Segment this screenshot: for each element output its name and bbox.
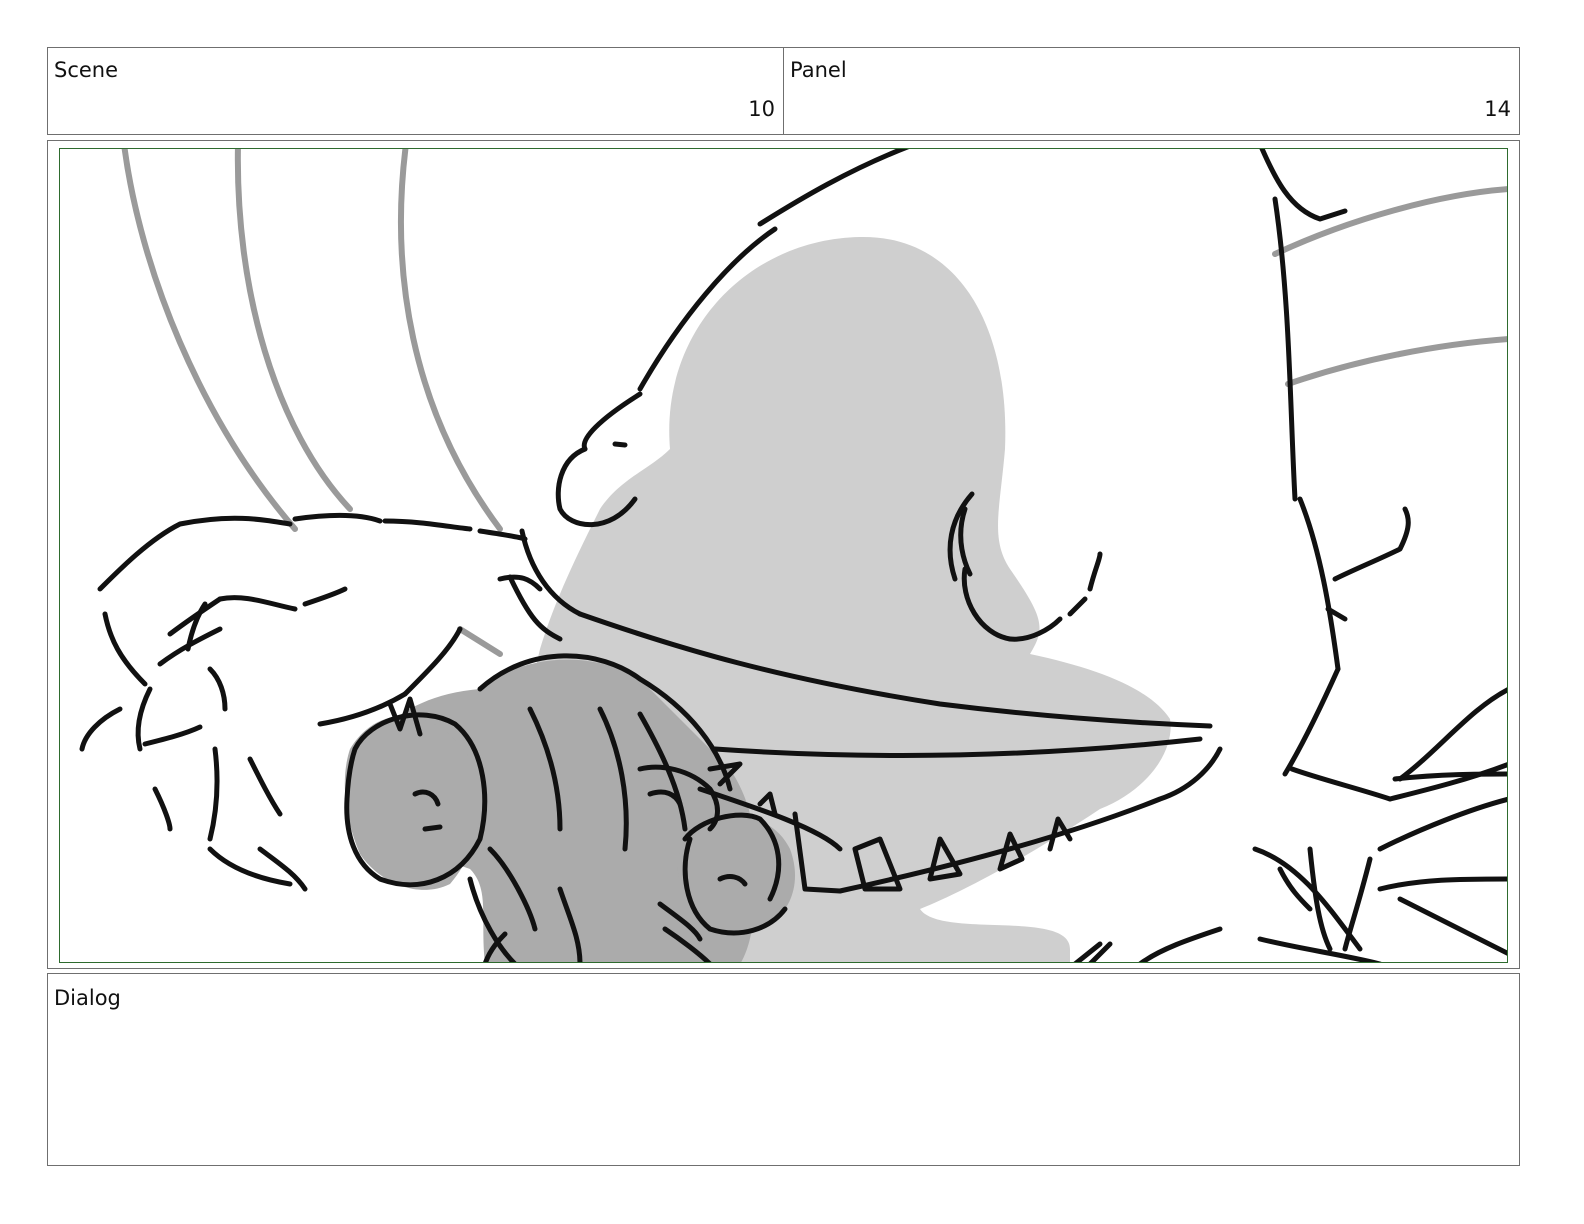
panel-label: Panel bbox=[790, 58, 847, 82]
panel-number[interactable]: 14 bbox=[1484, 97, 1511, 121]
safe-area-frame bbox=[59, 148, 1508, 963]
storyboard-sketch bbox=[79, 149, 1507, 962]
storyboard-frame[interactable] bbox=[47, 140, 1520, 969]
panel-cell: Panel 14 bbox=[783, 47, 1520, 135]
scene-label: Scene bbox=[54, 58, 119, 82]
dialog-label: Dialog bbox=[54, 986, 121, 1010]
dialog-box[interactable]: Dialog bbox=[47, 973, 1520, 1166]
scene-number[interactable]: 10 bbox=[748, 97, 775, 121]
scene-cell: Scene 10 bbox=[47, 47, 784, 135]
